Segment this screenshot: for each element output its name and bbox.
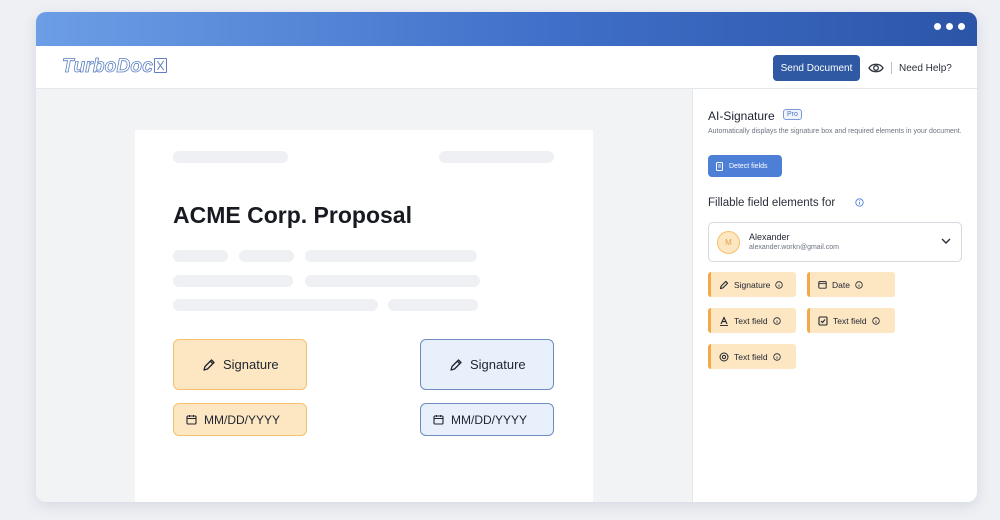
placeholder-line xyxy=(388,299,478,311)
pen-icon xyxy=(719,280,729,289)
calendar-icon xyxy=(818,281,827,289)
signature-field-blue[interactable]: Signature xyxy=(420,339,554,390)
pen-icon xyxy=(450,358,462,371)
placeholder-line xyxy=(305,250,477,262)
field-chip-label: Text field xyxy=(734,351,768,362)
field-chip-label: Text field xyxy=(833,315,867,326)
field-chip-signature[interactable]: Signature xyxy=(708,272,796,297)
document-title: ACME Corp. Proposal xyxy=(173,202,412,228)
ai-signature-description: Automatically displays the signature box… xyxy=(708,128,962,135)
signer-select[interactable]: M Alexander alexander.workn@gmail.com xyxy=(708,222,962,262)
info-icon xyxy=(855,280,863,289)
field-chip-email-text[interactable]: Text field xyxy=(708,344,796,369)
more-menu-icon[interactable] xyxy=(934,23,965,30)
ai-signature-title: AI-Signature xyxy=(708,109,775,123)
info-icon xyxy=(772,352,781,361)
signature-field-label: Signature xyxy=(223,357,279,372)
window-titlebar xyxy=(36,12,977,46)
avatar: M xyxy=(717,231,740,254)
document-scan-icon xyxy=(716,161,723,171)
turbodocx-logo: TurboDoc xyxy=(62,56,167,78)
fillable-fields-title: Fillable field elements for xyxy=(708,197,836,209)
info-icon xyxy=(871,316,880,325)
send-document-button[interactable]: Send Document xyxy=(773,55,860,81)
chevron-down-icon xyxy=(941,238,951,244)
field-chip-checkbox-text[interactable]: Text field xyxy=(807,308,895,333)
pro-badge: Pro xyxy=(783,109,802,120)
placeholder-line xyxy=(305,275,480,287)
top-navbar: TurboDoc Send Document Need Help? xyxy=(36,46,977,89)
at-sign-icon xyxy=(719,352,729,361)
info-icon xyxy=(775,280,784,289)
field-chip-label: Text field xyxy=(734,315,768,326)
detect-fields-button[interactable]: Detect fields xyxy=(708,155,782,177)
checkbox-icon xyxy=(818,315,828,326)
info-icon[interactable] xyxy=(855,198,864,207)
field-chip-label: Signature xyxy=(734,279,771,290)
placeholder-line xyxy=(173,275,293,287)
signature-field-orange[interactable]: Signature xyxy=(173,339,307,390)
preview-eye-icon[interactable] xyxy=(868,61,884,75)
field-chip-text[interactable]: Text field xyxy=(708,308,796,333)
detect-fields-label: Detect fields xyxy=(729,162,768,170)
document-canvas: ACME Corp. Proposal Signature Signature … xyxy=(36,89,692,502)
signer-name: Alexander xyxy=(749,232,790,242)
placeholder-line xyxy=(173,250,228,262)
header-divider xyxy=(891,62,892,74)
calendar-icon xyxy=(186,415,197,425)
logo-x-mark xyxy=(153,58,167,73)
placeholder-line xyxy=(173,299,378,311)
signature-field-label: Signature xyxy=(470,357,526,372)
need-help-link[interactable]: Need Help? xyxy=(899,63,952,74)
field-chip-date[interactable]: Date xyxy=(807,272,895,297)
info-icon xyxy=(772,316,781,325)
fields-panel: AI-Signature Pro Automatically displays … xyxy=(692,89,977,502)
field-chip-label: Date xyxy=(832,279,850,290)
pen-icon xyxy=(203,358,215,371)
placeholder-line xyxy=(173,151,288,163)
date-field-orange[interactable]: MM/DD/YYYY xyxy=(173,403,307,436)
signer-email: alexander.workn@gmail.com xyxy=(749,244,839,251)
placeholder-line xyxy=(239,250,294,262)
app-window: TurboDoc Send Document Need Help? ACME C… xyxy=(36,12,977,502)
placeholder-line xyxy=(439,151,554,163)
document-page: ACME Corp. Proposal Signature Signature … xyxy=(135,130,593,502)
text-a-icon xyxy=(720,315,728,326)
date-field-placeholder: MM/DD/YYYY xyxy=(204,412,281,427)
calendar-icon xyxy=(433,415,444,425)
date-field-placeholder: MM/DD/YYYY xyxy=(451,412,528,427)
date-field-blue[interactable]: MM/DD/YYYY xyxy=(420,403,554,436)
